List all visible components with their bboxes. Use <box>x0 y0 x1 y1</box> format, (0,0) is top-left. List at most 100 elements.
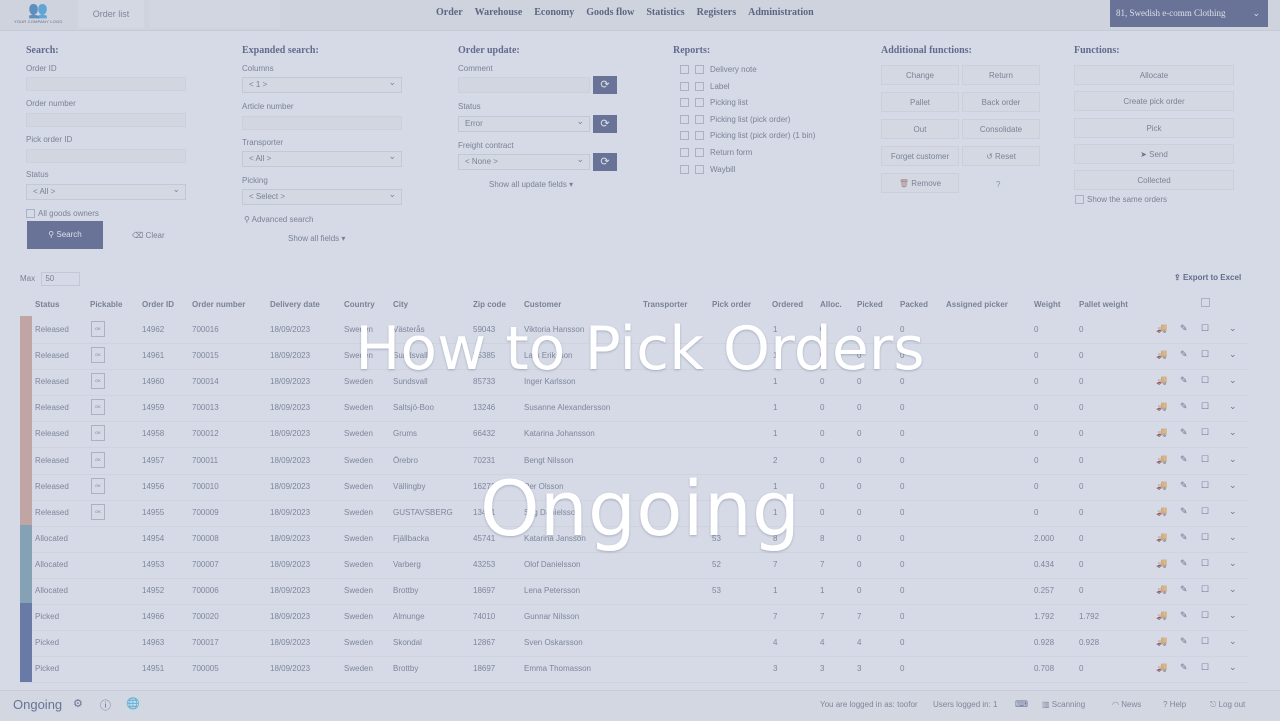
nav-statistics[interactable]: Statistics <box>640 0 690 28</box>
nav-goods-flow[interactable]: Goods flow <box>580 0 640 28</box>
truck-icon[interactable]: 🚚 <box>1156 584 1167 595</box>
expand-chevron-icon[interactable]: ⌄ <box>1229 401 1237 412</box>
report-waybill[interactable]: Waybill <box>680 165 735 175</box>
row-checkbox[interactable]: ☐ <box>1201 584 1209 595</box>
nav-warehouse[interactable]: Warehouse <box>469 0 529 28</box>
info-icon[interactable]: ⓘ <box>100 697 111 713</box>
show-all-update-fields-link[interactable]: Show all update fields ▾ <box>489 180 573 189</box>
remove-button[interactable]: 🗑 Remove <box>881 173 959 193</box>
truck-icon[interactable]: 🚚 <box>1156 401 1167 412</box>
expand-chevron-icon[interactable]: ⌄ <box>1229 427 1237 438</box>
edit-icon[interactable]: ✎ <box>1180 454 1188 465</box>
send-button[interactable]: ➤ Send <box>1074 144 1234 164</box>
company-selector[interactable]: 81, Swedish e-comm Clothing ⌄ <box>1110 0 1268 27</box>
report-label-item[interactable]: Label <box>680 82 730 92</box>
company-logo[interactable]: 👥 YOUR COMPANY LOGO <box>14 0 70 26</box>
report-delivery-note[interactable]: Delivery note <box>680 65 757 75</box>
truck-icon[interactable]: 🚚 <box>1156 427 1167 438</box>
col-pickable[interactable]: Pickable <box>90 300 122 309</box>
col-city[interactable]: City <box>393 300 408 309</box>
table-row[interactable]: Picked 14951 700005 18/09/2023 Sweden Brottby… <box>20 655 1248 684</box>
col-packed[interactable]: Packed <box>900 300 928 309</box>
truck-icon[interactable]: 🚚 <box>1156 610 1167 621</box>
expand-chevron-icon[interactable]: ⌄ <box>1229 610 1237 621</box>
out-button[interactable]: Out <box>881 119 959 139</box>
col-transporter[interactable]: Transporter <box>643 300 687 309</box>
col-status[interactable]: Status <box>35 300 59 309</box>
row-checkbox[interactable]: ☐ <box>1201 454 1209 465</box>
update-status-select[interactable]: Error <box>458 114 590 132</box>
col-zip-code[interactable]: Zip code <box>473 300 506 309</box>
forget-customer-button[interactable]: Forget customer <box>881 146 959 166</box>
edit-icon[interactable]: ✎ <box>1180 662 1188 673</box>
col-customer[interactable]: Customer <box>524 300 561 309</box>
expand-chevron-icon[interactable]: ⌄ <box>1229 662 1237 673</box>
show-same-orders-checkbox[interactable]: Show the same orders <box>1075 195 1167 205</box>
report-return-form[interactable]: Return form <box>680 148 752 158</box>
order-id-input[interactable] <box>26 77 186 91</box>
footer-brand[interactable]: Ongoing <box>13 697 62 712</box>
apply-status-button[interactable]: ⟳ <box>593 115 617 133</box>
apply-freight-button[interactable]: ⟳ <box>593 153 617 171</box>
report-picking-list-pick-order[interactable]: Picking list (pick order) <box>680 115 790 125</box>
table-row[interactable]: OK Released 14959 700013 18/09/2023 Sweden Sal… <box>20 394 1248 423</box>
row-checkbox[interactable]: ☐ <box>1201 662 1209 673</box>
apply-comment-button[interactable]: ⟳ <box>593 76 617 94</box>
create-pick-order-button[interactable]: Create pick order <box>1074 91 1234 111</box>
col-alloc[interactable]: Alloc. <box>820 300 842 309</box>
order-number-input[interactable] <box>26 113 186 127</box>
freight-contract-select[interactable]: < None > <box>458 152 590 170</box>
col-assigned-picker[interactable]: Assigned picker <box>946 300 1008 309</box>
logout-link[interactable]: ⎋ Log out <box>1210 700 1245 710</box>
col-pallet-weight[interactable]: Pallet weight <box>1079 300 1128 309</box>
table-row[interactable]: Picked 14966 700020 18/09/2023 Sweden Almunge… <box>20 603 1248 632</box>
edit-icon[interactable]: ✎ <box>1180 558 1188 569</box>
nav-registers[interactable]: Registers <box>691 0 742 28</box>
pick-button[interactable]: Pick <box>1074 118 1234 138</box>
nav-order[interactable]: Order <box>430 0 469 28</box>
page-size-select[interactable]: 50 <box>41 272 81 286</box>
columns-select[interactable]: < 1 > <box>242 75 402 93</box>
row-checkbox[interactable]: ☐ <box>1201 636 1209 647</box>
truck-icon[interactable]: 🚚 <box>1156 636 1167 647</box>
article-number-input[interactable] <box>242 116 402 130</box>
edit-icon[interactable]: ✎ <box>1180 427 1188 438</box>
pallet-button[interactable]: Pallet <box>881 92 959 112</box>
keyboard-icon[interactable]: ⌨ <box>1015 699 1028 710</box>
back-order-button[interactable]: Back order <box>962 92 1040 112</box>
nav-administration[interactable]: Administration <box>742 0 820 28</box>
row-checkbox[interactable]: ☐ <box>1201 610 1209 621</box>
transporter-select[interactable]: < All > <box>242 149 402 167</box>
row-checkbox[interactable]: ☐ <box>1201 558 1209 569</box>
col-delivery-date[interactable]: Delivery date <box>270 300 320 309</box>
settings-icon[interactable]: ⚙ <box>73 697 83 710</box>
expand-chevron-icon[interactable]: ⌄ <box>1229 636 1237 647</box>
nav-economy[interactable]: Economy <box>528 0 580 28</box>
pick-order-id-input[interactable] <box>26 149 186 163</box>
tab-order-list[interactable]: Order list <box>78 0 144 28</box>
col-pick-order[interactable]: Pick order <box>712 300 751 309</box>
expand-chevron-icon[interactable]: ⌄ <box>1229 584 1237 595</box>
col-order-number[interactable]: Order number <box>192 300 245 309</box>
edit-icon[interactable]: ✎ <box>1180 636 1188 647</box>
expand-chevron-icon[interactable]: ⌄ <box>1229 454 1237 465</box>
truck-icon[interactable]: 🚚 <box>1156 558 1167 569</box>
table-row[interactable]: Allocated 14953 700007 18/09/2023 Sweden Varb… <box>20 550 1248 579</box>
scanning-link[interactable]: ▥ Scanning <box>1042 700 1085 709</box>
all-goods-owners-checkbox[interactable]: All goods owners <box>26 209 99 219</box>
allocate-button[interactable]: Allocate <box>1074 65 1234 85</box>
picking-select[interactable]: < Select > <box>242 187 402 205</box>
help-link[interactable]: ? Help <box>1163 700 1186 709</box>
row-checkbox[interactable]: ☐ <box>1201 427 1209 438</box>
edit-icon[interactable]: ✎ <box>1180 584 1188 595</box>
clear-button[interactable]: ⌫ Clear <box>132 231 165 240</box>
truck-icon[interactable]: 🚚 <box>1156 662 1167 673</box>
row-checkbox[interactable]: ☐ <box>1201 401 1209 412</box>
table-row[interactable]: Picked 14963 700017 18/09/2023 Sweden Skondal… <box>20 629 1248 658</box>
advanced-search-link[interactable]: ⚲ Advanced search <box>244 215 313 224</box>
return-button[interactable]: Return <box>962 65 1040 85</box>
col-weight[interactable]: Weight <box>1034 300 1061 309</box>
select-all-checkbox[interactable] <box>1201 298 1210 307</box>
search-button[interactable]: ⚲ Search <box>27 221 103 249</box>
report-picking-list-1-bin[interactable]: Picking list (pick order) (1 bin) <box>680 131 815 141</box>
